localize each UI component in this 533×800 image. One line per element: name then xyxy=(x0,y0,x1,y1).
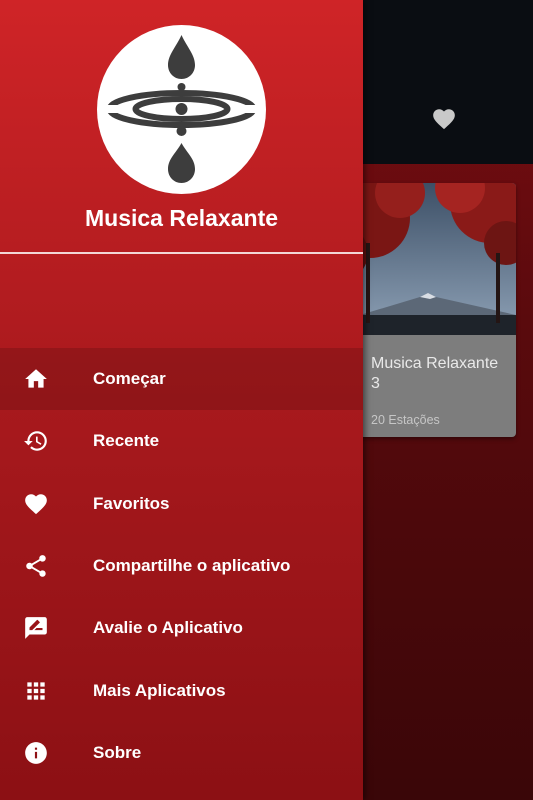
menu-item-compartilhe[interactable]: Compartilhe o aplicativo xyxy=(0,535,363,597)
water-drop-ripple-icon xyxy=(103,35,260,183)
info-icon xyxy=(23,740,49,766)
favorite-heart-icon[interactable] xyxy=(430,106,458,132)
menu-item-label: Recente xyxy=(93,431,160,451)
menu-item-favoritos[interactable]: Favoritos xyxy=(0,473,363,535)
menu-item-label: Mais Aplicativos xyxy=(93,680,226,700)
navigation-drawer: Musica Relaxante Começar Recente Favorit… xyxy=(0,0,363,800)
home-icon xyxy=(23,366,49,392)
menu-item-comecar[interactable]: Começar xyxy=(0,348,363,411)
menu-item-sobre[interactable]: Sobre xyxy=(0,722,363,784)
menu-item-label: Favoritos xyxy=(93,493,170,513)
history-icon xyxy=(23,428,49,454)
apps-grid-icon xyxy=(23,678,49,704)
menu-item-label: Compartilhe o aplicativo xyxy=(93,556,291,576)
header-divider xyxy=(0,252,363,254)
menu-item-label: Avalie o Aplicativo xyxy=(93,618,243,638)
rate-review-icon xyxy=(23,615,49,641)
app-title: Musica Relaxante xyxy=(84,205,279,231)
card-title: Musica Relaxante 3 xyxy=(371,355,499,392)
menu-item-avalie[interactable]: Avalie o Aplicativo xyxy=(0,597,363,659)
heart-icon xyxy=(23,491,49,517)
menu-item-mais-aplicativos[interactable]: Mais Aplicativos xyxy=(0,659,363,721)
share-icon xyxy=(23,553,49,579)
menu-item-label: Sobre xyxy=(93,742,142,762)
app-logo xyxy=(97,25,266,194)
menu-item-recente[interactable]: Recente xyxy=(0,410,363,472)
drawer-menu: Começar Recente Favoritos Compartilhe o … xyxy=(0,348,363,784)
menu-item-label: Começar xyxy=(93,369,166,389)
card-subtitle: 20 Estações xyxy=(371,413,440,427)
